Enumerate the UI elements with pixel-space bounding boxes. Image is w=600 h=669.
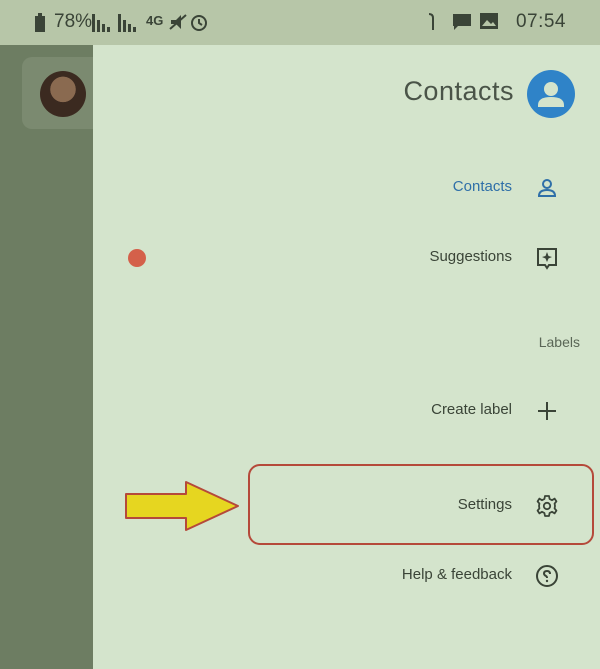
highlight-box: [248, 464, 594, 545]
battery-icon: [35, 13, 45, 32]
drawer-item-label: Contacts: [452, 178, 512, 195]
drawer-item-help-feedback[interactable]: Help & feedback: [93, 548, 600, 604]
drawer-item-label: Suggestions: [429, 248, 512, 265]
4g-icon: 4G: [146, 13, 164, 28]
drawer-item-suggestions[interactable]: Suggestions: [93, 230, 600, 286]
avatar[interactable]: [40, 71, 86, 117]
status-bar: 78% 4G 07:54: [0, 0, 600, 45]
status-time: 07:54: [515, 11, 566, 32]
wifi-icon: [428, 13, 434, 30]
plus-icon: [538, 402, 556, 420]
signal-icon: [92, 14, 110, 32]
dimmed-background[interactable]: [0, 45, 93, 669]
suggestions-icon: [537, 248, 557, 270]
battery-level: 78%: [54, 11, 93, 32]
drawer-item-create-label[interactable]: Create label: [93, 383, 600, 439]
app-avatar: [527, 70, 575, 118]
drawer-item-contacts[interactable]: Contacts: [93, 160, 600, 216]
signal-icon: [118, 14, 136, 32]
drawer-title: Contacts: [403, 76, 514, 106]
message-icon: [453, 14, 471, 30]
person-icon: [537, 179, 557, 197]
drawer-item-label: Help & feedback: [401, 566, 512, 583]
arrow-icon: [125, 481, 239, 531]
labels-heading: Labels: [538, 334, 580, 350]
person-icon: [538, 82, 564, 107]
drawer-item-label: Create label: [431, 401, 512, 418]
help-icon: [536, 565, 558, 587]
gallery-icon: [480, 13, 498, 29]
alarm-icon: [191, 15, 207, 31]
mute-icon: [169, 14, 187, 30]
